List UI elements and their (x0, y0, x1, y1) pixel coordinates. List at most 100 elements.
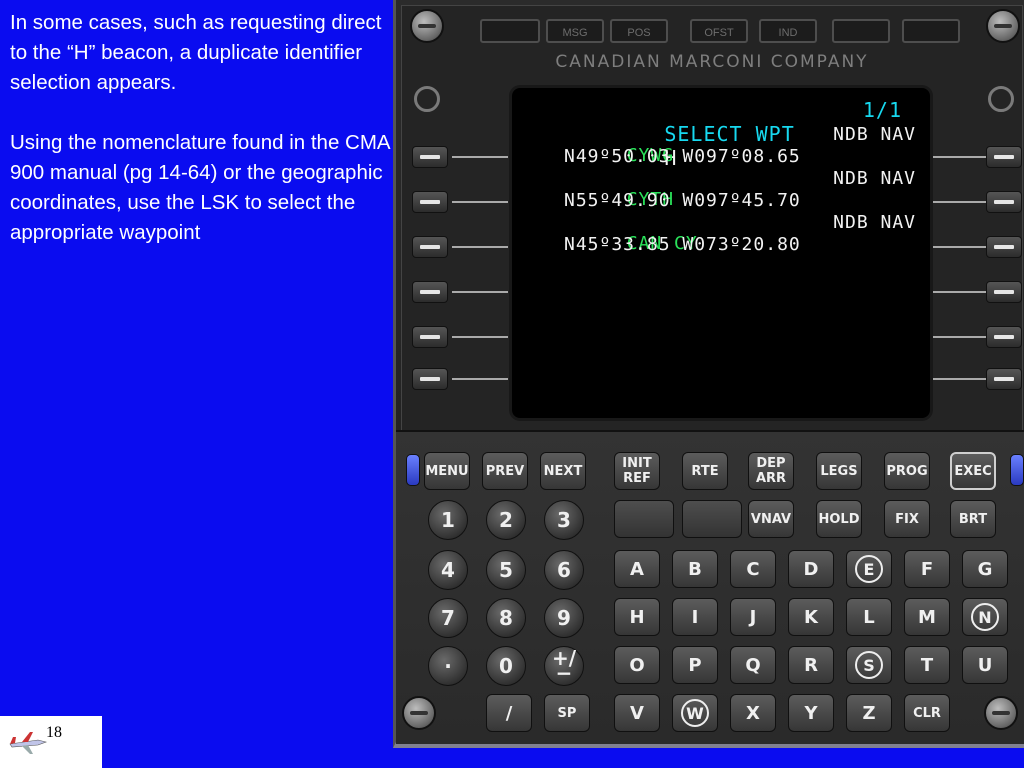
annunciator-blank (480, 19, 540, 43)
slash-key[interactable]: / (486, 694, 532, 732)
key-4[interactable]: 4 (428, 550, 468, 590)
lsk-2r[interactable] (986, 191, 1022, 213)
lsk-1l[interactable] (412, 146, 448, 168)
annunciator-pos: POS (610, 19, 668, 43)
key-f[interactable]: F (904, 550, 950, 588)
key-q[interactable]: Q (730, 646, 776, 684)
screen-title-row: SELECT WPT H 1/1 (560, 98, 916, 170)
key-e-label: E (855, 555, 883, 583)
key-0[interactable]: 0 (486, 646, 526, 686)
key-a[interactable]: A (614, 550, 660, 588)
exec-key[interactable]: EXEC (950, 452, 996, 490)
brt-key[interactable]: BRT (950, 500, 996, 538)
cdu-keypad: MENU PREV NEXT INIT REF RTE DEP ARR LEGS… (396, 430, 1024, 744)
cdu-display-bezel: MSG POS OFST IND CANADIAN MARCONI COMPAN… (401, 5, 1023, 432)
entry-3-header: CAN CY NDB NAV (532, 212, 916, 254)
paragraph-instructions: Using the nomenclature found in the CMA … (10, 131, 390, 244)
cdu-screen: SELECT WPT H 1/1 CYWG NDB NAV N49º50.03 … (512, 88, 930, 418)
annunciator-ofst: OFST (690, 19, 748, 43)
cdu-panel: MSG POS OFST IND CANADIAN MARCONI COMPAN… (393, 0, 1024, 748)
key-3[interactable]: 3 (544, 500, 584, 540)
key-i[interactable]: I (672, 598, 718, 636)
legs-key[interactable]: LEGS (816, 452, 862, 490)
key-9[interactable]: 9 (544, 598, 584, 638)
key-r[interactable]: R (788, 646, 834, 684)
lsk-4r[interactable] (986, 281, 1022, 303)
entry-1-header: CYWG NDB NAV (532, 124, 916, 166)
dep-arr-key[interactable]: DEP ARR (748, 452, 794, 490)
init-ref-key[interactable]: INIT REF (614, 452, 660, 490)
key-y[interactable]: Y (788, 694, 834, 732)
rte-key[interactable]: RTE (682, 452, 728, 490)
fix-key[interactable]: FIX (884, 500, 930, 538)
space-key[interactable]: SP (544, 694, 590, 732)
key-8[interactable]: 8 (486, 598, 526, 638)
key-1[interactable]: 1 (428, 500, 468, 540)
hold-key[interactable]: HOLD (816, 500, 862, 538)
lsk-tick (452, 291, 508, 293)
key-2[interactable]: 2 (486, 500, 526, 540)
lsk-5r[interactable] (986, 326, 1022, 348)
lsk-tick (452, 336, 508, 338)
key-c[interactable]: C (730, 550, 776, 588)
key-s[interactable]: S (846, 646, 892, 684)
key-d[interactable]: D (788, 550, 834, 588)
key-k[interactable]: K (788, 598, 834, 636)
key-g[interactable]: G (962, 550, 1008, 588)
key-p[interactable]: P (672, 646, 718, 684)
clr-key[interactable]: CLR (904, 694, 950, 732)
annunciator-blank (832, 19, 890, 43)
key-7[interactable]: 7 (428, 598, 468, 638)
lsk-tick (452, 156, 508, 158)
lsk-tick (452, 201, 508, 203)
blank-key[interactable] (682, 500, 742, 538)
airplane-icon (9, 732, 48, 754)
light-sensor-icon (414, 86, 440, 112)
vnav-key[interactable]: VNAV (748, 500, 794, 538)
paragraph-intro: In some cases, such as requesting direct… (10, 11, 382, 94)
lsk-1r[interactable] (986, 146, 1022, 168)
key-5[interactable]: 5 (486, 550, 526, 590)
prog-key[interactable]: PROG (884, 452, 930, 490)
key-w-label: W (681, 699, 709, 727)
lsk-5l[interactable] (412, 326, 448, 348)
screw-icon (410, 9, 444, 43)
annunciator-blank (902, 19, 960, 43)
key-b[interactable]: B (672, 550, 718, 588)
slide-text: In some cases, such as requesting direct… (10, 8, 390, 278)
prev-key[interactable]: PREV (482, 452, 528, 490)
entry-1-coords: N49º50.03 W097º08.65 (564, 146, 801, 167)
key-z[interactable]: Z (846, 694, 892, 732)
key-u[interactable]: U (962, 646, 1008, 684)
key-x[interactable]: X (730, 694, 776, 732)
key-w[interactable]: W (672, 694, 718, 732)
key-l[interactable]: L (846, 598, 892, 636)
lsk-3l[interactable] (412, 236, 448, 258)
lsk-6l[interactable] (412, 368, 448, 390)
entry-3-coords: N45º33.85 W073º20.80 (564, 234, 801, 255)
key-o[interactable]: O (614, 646, 660, 684)
entry-1-type: NDB NAV (833, 124, 916, 145)
screw-icon (402, 696, 436, 730)
key-v[interactable]: V (614, 694, 660, 732)
key-n[interactable]: N (962, 598, 1008, 636)
lsk-2l[interactable] (412, 191, 448, 213)
next-key[interactable]: NEXT (540, 452, 586, 490)
key-e[interactable]: E (846, 550, 892, 588)
lsk-4l[interactable] (412, 281, 448, 303)
lsk-3r[interactable] (986, 236, 1022, 258)
key-decimal[interactable]: · (428, 646, 468, 686)
key-t[interactable]: T (904, 646, 950, 684)
menu-key[interactable]: MENU (424, 452, 470, 490)
key-6[interactable]: 6 (544, 550, 584, 590)
screw-icon (986, 9, 1020, 43)
key-j[interactable]: J (730, 598, 776, 636)
key-m[interactable]: M (904, 598, 950, 636)
key-h[interactable]: H (614, 598, 660, 636)
indicator-lamp-left (406, 454, 420, 486)
blank-key[interactable] (614, 500, 674, 538)
lsk-tick (452, 246, 508, 248)
plus-minus-key[interactable]: +/− (544, 646, 584, 686)
lsk-6r[interactable] (986, 368, 1022, 390)
entry-3-type: NDB NAV (833, 212, 916, 233)
